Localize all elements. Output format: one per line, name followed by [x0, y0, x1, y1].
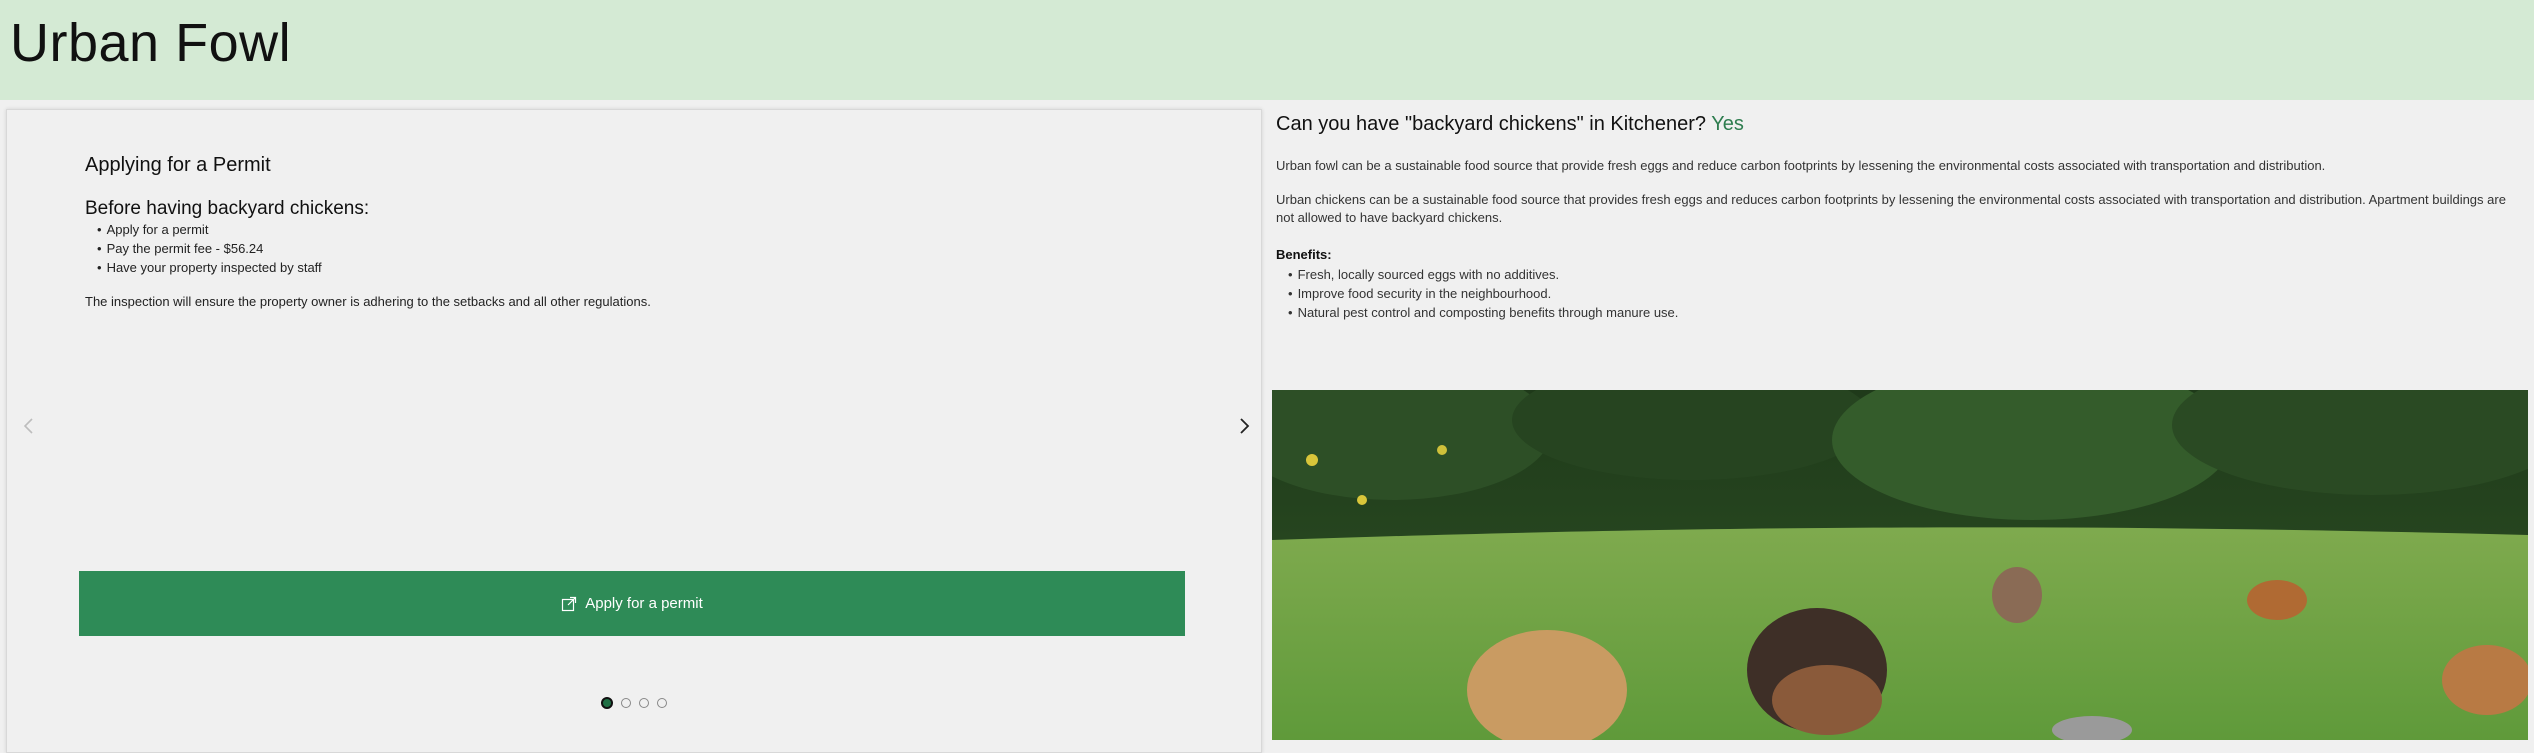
- chickens-photo: [1272, 390, 2528, 740]
- info-question: Can you have "backyard chickens" in Kitc…: [1276, 113, 1706, 135]
- benefits-list: Fresh, locally sourced eggs with no addi…: [1288, 265, 1679, 322]
- permit-steps-list: Apply for a permit Pay the permit fee - …: [97, 220, 322, 277]
- list-item: Fresh, locally sourced eggs with no addi…: [1288, 265, 1678, 284]
- chevron-left-icon[interactable]: [17, 414, 41, 438]
- apply-permit-button[interactable]: Apply for a permit: [79, 571, 1185, 636]
- carousel-pagination: [601, 696, 675, 710]
- info-paragraph-1: Urban fowl can be a sustainable food sou…: [1276, 158, 2326, 173]
- benefits-label: Benefits:: [1276, 247, 1332, 262]
- chevron-right-icon[interactable]: [1232, 414, 1256, 438]
- app-header: Urban Fowl: [0, 0, 2534, 100]
- list-item: Pay the permit fee - $56.24: [97, 239, 322, 258]
- list-item: Improve food security in the neighbourho…: [1288, 284, 1678, 303]
- info-paragraph-2: Urban chickens can be a sustainable food…: [1276, 192, 2506, 225]
- app-title: Urban Fowl: [10, 13, 292, 73]
- list-item: Have your property inspected by staff: [97, 258, 322, 277]
- apply-permit-label: Apply for a permit: [585, 595, 703, 612]
- carousel-dot-3[interactable]: [639, 698, 649, 708]
- carousel-dot-1[interactable]: [601, 697, 613, 709]
- list-item: Apply for a permit: [97, 220, 322, 239]
- carousel-dot-2[interactable]: [621, 698, 631, 708]
- info-answer: Yes: [1711, 113, 1744, 135]
- slide-subtitle: Before having backyard chickens:: [85, 198, 370, 219]
- external-link-icon: [561, 596, 577, 612]
- list-item: Natural pest control and composting bene…: [1288, 303, 1679, 322]
- info-panel: Can you have "backyard chickens" in Kitc…: [1272, 109, 2534, 389]
- slide-title: Applying for a Permit: [85, 154, 271, 176]
- carousel-dot-4[interactable]: [657, 698, 667, 708]
- permit-carousel: Applying for a Permit Before having back…: [6, 109, 1262, 753]
- info-heading: Can you have "backyard chickens" in Kitc…: [1276, 113, 1744, 136]
- inspection-note: The inspection will ensure the property …: [85, 294, 651, 309]
